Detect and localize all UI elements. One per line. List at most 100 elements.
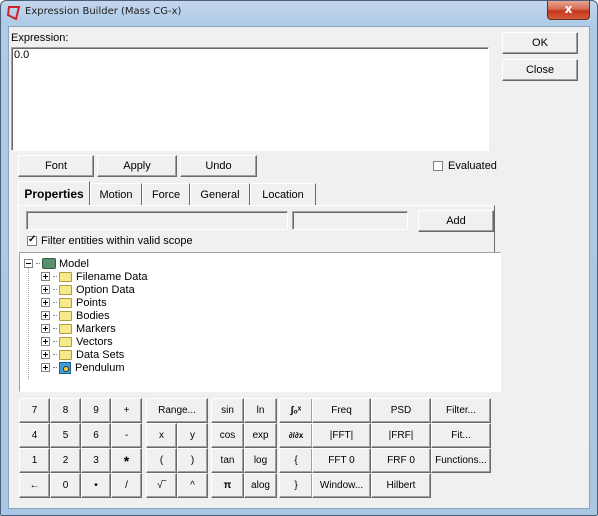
tree-node-label: Vectors	[76, 335, 113, 348]
range-button[interactable]: Range...	[146, 398, 208, 423]
key-y[interactable]: y	[177, 423, 208, 448]
key-cos[interactable]: cos	[211, 423, 244, 448]
undo-button[interactable]: Undo	[180, 155, 257, 177]
key-minus[interactable]: -	[111, 423, 142, 448]
key-4[interactable]: 4	[19, 423, 50, 448]
ok-button[interactable]: OK	[502, 32, 578, 54]
tree-node-vectors[interactable]: Vectors	[41, 335, 113, 348]
evaluated-label: Evaluated	[448, 160, 497, 172]
expression-label: Expression:	[11, 32, 69, 44]
folder-icon	[59, 349, 72, 360]
key-alog[interactable]: alog	[244, 473, 277, 498]
key-pi[interactable]: π	[211, 473, 244, 498]
key-sin[interactable]: sin	[211, 398, 244, 423]
expand-icon[interactable]	[41, 311, 50, 320]
expand-icon[interactable]	[41, 350, 50, 359]
key-integral[interactable]: ∫ₒˣ	[279, 398, 313, 423]
evaluated-checkbox-box[interactable]	[433, 161, 443, 171]
key-decimal[interactable]: •	[81, 473, 111, 498]
tree-node-model[interactable]: Model	[24, 257, 89, 270]
apply-button[interactable]: Apply	[97, 155, 177, 177]
expand-icon[interactable]	[41, 272, 50, 281]
folder-icon	[59, 284, 72, 295]
frf0-button[interactable]: FRF 0	[371, 448, 431, 473]
tab-motion[interactable]: Motion	[90, 183, 142, 205]
fit-button[interactable]: Fit...	[431, 423, 491, 448]
model-tree[interactable]: Model Filename Data Option Data Points B…	[19, 252, 501, 392]
tree-node-bodies[interactable]: Bodies	[41, 309, 110, 322]
tree-node-markers[interactable]: Markers	[41, 322, 116, 335]
add-button[interactable]: Add	[418, 210, 494, 232]
font-button[interactable]: Font	[18, 155, 94, 177]
tree-connector-dash	[53, 367, 57, 368]
key-0[interactable]: 0	[50, 473, 81, 498]
tree-node-option-data[interactable]: Option Data	[41, 283, 135, 296]
filter-scope-checkbox-box[interactable]: ✓	[27, 234, 37, 246]
filter-scope-checkbox[interactable]: ✓ Filter entities within valid scope	[27, 234, 193, 247]
close-button[interactable]: Close	[502, 59, 578, 81]
folder-icon	[59, 297, 72, 308]
tab-force[interactable]: Force	[142, 183, 190, 205]
key-backspace[interactable]: ←	[19, 473, 50, 498]
tree-node-points[interactable]: Points	[41, 296, 107, 309]
hilbert-button[interactable]: Hilbert	[371, 473, 431, 498]
key-derivative[interactable]: ∂/∂x	[279, 423, 313, 448]
key-8[interactable]: 8	[50, 398, 81, 423]
tab-properties[interactable]: Properties	[18, 181, 90, 205]
key-6[interactable]: 6	[81, 423, 111, 448]
psd-button[interactable]: PSD	[371, 398, 431, 423]
key-left-brace[interactable]: {	[279, 448, 313, 473]
key-plus[interactable]: +	[111, 398, 142, 423]
folder-icon	[59, 323, 72, 334]
tree-node-data-sets[interactable]: Data Sets	[41, 348, 124, 361]
key-right-paren[interactable]: )	[177, 448, 208, 473]
expand-icon[interactable]	[41, 363, 50, 372]
window-button[interactable]: Window...	[312, 473, 371, 498]
tree-connector-dash	[53, 341, 57, 342]
entity-field-2[interactable]	[292, 211, 408, 230]
entity-field-1[interactable]	[26, 211, 288, 230]
functions-button[interactable]: Functions...	[431, 448, 491, 473]
expand-icon[interactable]	[41, 298, 50, 307]
evaluated-checkbox[interactable]: Evaluated	[433, 160, 497, 172]
abs-frf-button[interactable]: |FRF|	[371, 423, 431, 448]
key-x[interactable]: x	[146, 423, 177, 448]
tree-connector-dash	[53, 315, 57, 316]
tab-location[interactable]: Location	[250, 183, 316, 205]
expand-icon[interactable]	[41, 285, 50, 294]
tree-node-pendulum[interactable]: Pendulum	[41, 361, 125, 374]
key-power[interactable]: ^	[177, 473, 208, 498]
key-multiply[interactable]: *	[111, 448, 142, 473]
key-right-brace[interactable]: }	[279, 473, 313, 498]
pendulum-icon	[59, 361, 71, 374]
tree-connector-dash	[53, 354, 57, 355]
title-bar[interactable]: Expression Builder (Mass CG-x) x	[1, 1, 597, 25]
key-9[interactable]: 9	[81, 398, 111, 423]
abs-fft-button[interactable]: |FFT|	[312, 423, 371, 448]
key-divide[interactable]: /	[111, 473, 142, 498]
freq-button[interactable]: Freq	[312, 398, 371, 423]
collapse-icon[interactable]	[24, 259, 33, 268]
filter-button[interactable]: Filter...	[431, 398, 491, 423]
key-sqrt[interactable]: √‾	[146, 473, 177, 498]
key-left-paren[interactable]: (	[146, 448, 177, 473]
fft0-button[interactable]: FFT 0	[312, 448, 371, 473]
key-5[interactable]: 5	[50, 423, 81, 448]
window-close-button[interactable]: x	[547, 1, 590, 20]
tree-node-label: Pendulum	[75, 361, 125, 374]
key-exp[interactable]: exp	[244, 423, 277, 448]
expand-icon[interactable]	[41, 337, 50, 346]
key-3[interactable]: 3	[81, 448, 111, 473]
key-2[interactable]: 2	[50, 448, 81, 473]
key-7[interactable]: 7	[19, 398, 50, 423]
model-icon	[42, 258, 56, 269]
key-log[interactable]: log	[244, 448, 277, 473]
key-ln[interactable]: ln	[244, 398, 277, 423]
tab-general[interactable]: General	[190, 183, 250, 205]
expression-input[interactable]: 0.0	[11, 47, 489, 151]
key-tan[interactable]: tan	[211, 448, 244, 473]
expression-value: 0.0	[14, 49, 30, 61]
tree-node-filename-data[interactable]: Filename Data	[41, 270, 148, 283]
expand-icon[interactable]	[41, 324, 50, 333]
key-1[interactable]: 1	[19, 448, 50, 473]
